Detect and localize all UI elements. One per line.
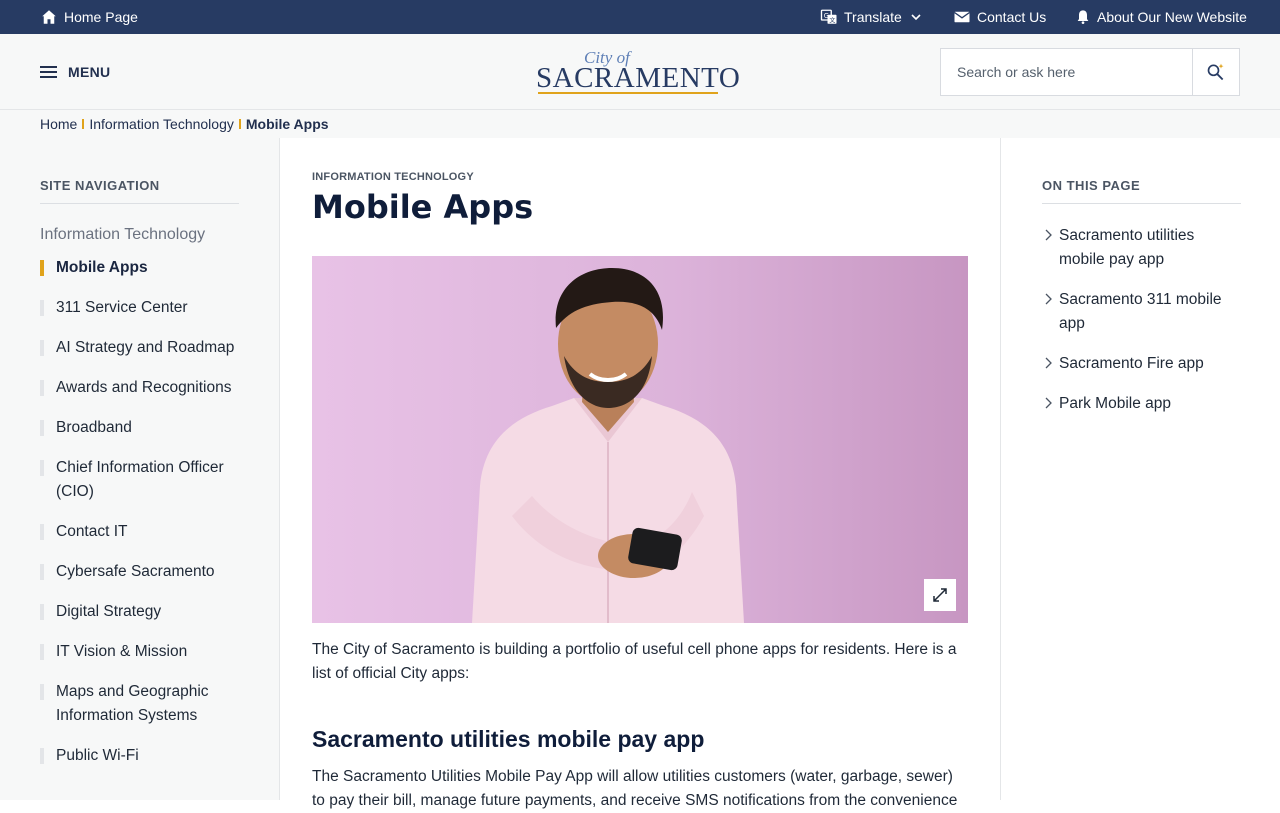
menu-label: MENU [68,64,111,80]
logo-sacramento: SACRAMENTO [536,62,741,94]
hamburger-icon [40,66,57,78]
sidebar-item-mobile-apps[interactable]: Mobile Apps [40,256,240,280]
contact-us-link[interactable]: Contact Us [953,0,1046,34]
translate-dropdown[interactable]: G文 Translate [820,0,922,34]
main-content: INFORMATION TECHNOLOGY Mobile Apps The C… [312,138,968,809]
sidebar-item-public-wifi[interactable]: Public Wi-Fi [40,744,240,768]
sidebar-item-it-vision[interactable]: IT Vision & Mission [40,640,240,664]
site-navigation-heading: SITE NAVIGATION [40,178,239,204]
about-website-label: About Our New Website [1097,9,1247,25]
chevron-right-icon [1045,397,1052,409]
site-navigation: SITE NAVIGATION Information Technology M… [0,138,280,800]
search-sparkle-icon [1207,63,1224,81]
home-page-label: Home Page [64,9,138,25]
search-button[interactable] [1192,49,1239,95]
on-this-page-item[interactable]: Sacramento utilities mobile pay app [1042,224,1232,272]
breadcrumb-home[interactable]: Home [40,116,77,132]
on-this-page-label: Park Mobile app [1059,395,1172,412]
breadcrumb-current: Mobile Apps [245,116,329,132]
hero-image [312,256,968,623]
search-box [940,48,1240,96]
on-this-page-label: Sacramento utilities mobile pay app [1059,227,1195,268]
breadcrumb-information-technology[interactable]: Information Technology [89,116,234,132]
on-this-page-item[interactable]: Park Mobile app [1042,392,1232,416]
home-page-link[interactable]: Home Page [40,0,138,34]
expand-image-button[interactable] [924,579,956,611]
contact-us-label: Contact Us [977,9,1047,25]
utility-bar: Home Page G文 Translate Contact Us About … [0,0,1280,34]
sidebar-item-awards[interactable]: Awards and Recognitions [40,376,240,400]
translate-icon: G文 [820,9,837,24]
on-this-page-item[interactable]: Sacramento Fire app [1042,352,1232,376]
home-icon [42,10,56,24]
on-this-page-label: Sacramento Fire app [1059,355,1204,372]
chevron-down-icon [911,14,921,21]
svg-text:文: 文 [829,16,835,24]
sidebar-item-311-service-center[interactable]: 311 Service Center [40,296,240,320]
expand-icon [933,588,947,602]
menu-button[interactable]: MENU [40,60,110,84]
breadcrumb-separator [238,119,241,129]
city-logo[interactable]: City of SACRAMENTO [536,48,740,98]
page-title: Mobile Apps [312,188,534,226]
on-this-page-label: Sacramento 311 mobile app [1059,291,1222,332]
utilities-app-paragraph: The Sacramento Utilities Mobile Pay App … [312,768,958,809]
section-heading-utilities-app: Sacramento utilities mobile pay app [312,726,705,752]
intro-paragraph: The City of Sacramento is building a por… [312,641,957,682]
sidebar-parent-link[interactable]: Information Technology [40,226,205,244]
translate-label: Translate [844,9,902,25]
sidebar-item-cybersafe[interactable]: Cybersafe Sacramento [40,560,240,584]
sidebar-item-cio[interactable]: Chief Information Officer (CIO) [40,456,240,504]
sidebar-item-contact-it[interactable]: Contact IT [40,520,240,544]
on-this-page-heading: ON THIS PAGE [1042,178,1241,204]
sidebar-item-broadband[interactable]: Broadband [40,416,240,440]
chevron-right-icon [1045,357,1052,369]
bell-icon [1077,10,1089,24]
on-this-page-nav: ON THIS PAGE Sacramento utilities mobile… [1000,138,1280,800]
search-input[interactable] [941,49,1193,95]
site-header: MENU City of SACRAMENTO [0,34,1280,110]
breadcrumb-separator [82,119,85,129]
chevron-right-icon [1045,293,1052,305]
logo-underline [538,92,718,94]
sidebar-item-ai-strategy[interactable]: AI Strategy and Roadmap [40,336,240,360]
about-website-link[interactable]: About Our New Website [1075,0,1247,34]
sidebar-item-maps-gis[interactable]: Maps and Geographic Information Systems [40,680,240,728]
chevron-right-icon [1045,229,1052,241]
person-with-phone-illustration [472,268,744,623]
sidebar-item-digital-strategy[interactable]: Digital Strategy [40,600,240,624]
section-eyebrow: INFORMATION TECHNOLOGY [312,171,474,183]
mail-icon [954,11,970,23]
on-this-page-item[interactable]: Sacramento 311 mobile app [1042,288,1232,336]
breadcrumb: Home Information Technology Mobile Apps [0,110,1280,138]
